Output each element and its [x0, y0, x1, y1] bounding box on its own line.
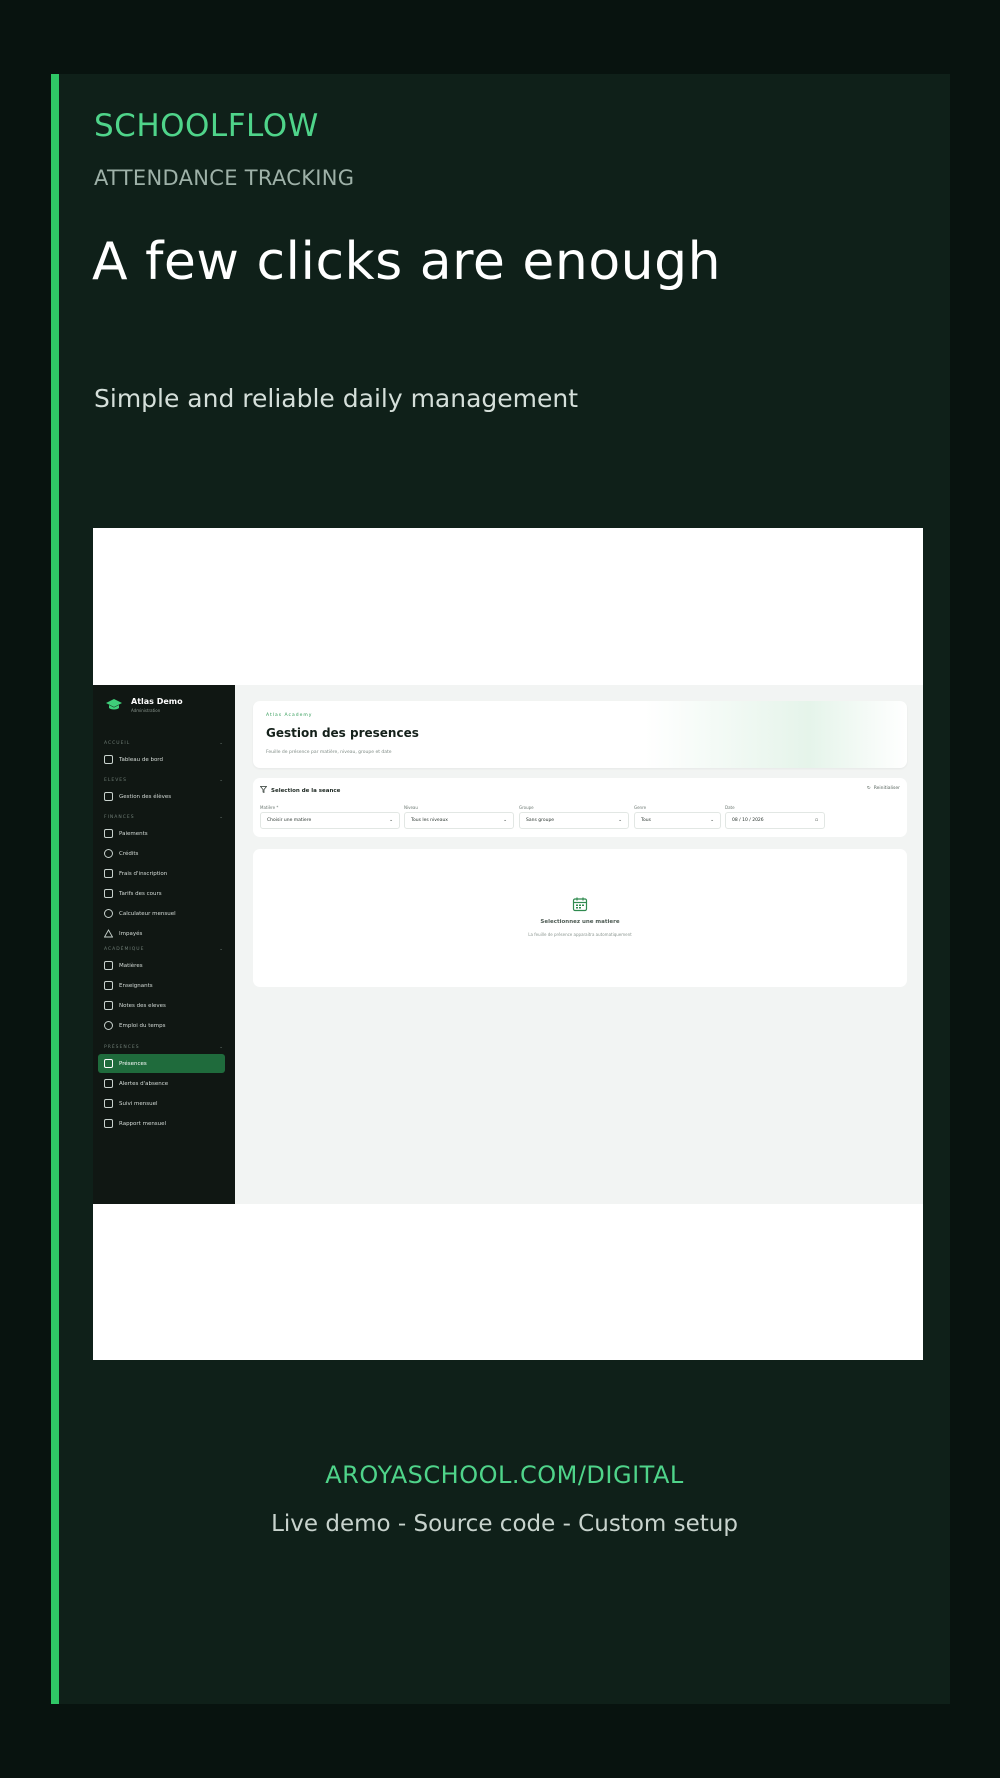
gender-label: Genre	[634, 805, 647, 810]
headline: A few clicks are enough	[92, 232, 722, 292]
subject-select[interactable]: Choisir une matiere ⌄	[260, 812, 400, 829]
sidebar-item-notes-eleves[interactable]: Notes des eleves	[98, 996, 225, 1015]
chevron-down-icon: ⌄	[219, 778, 224, 783]
users-icon	[104, 792, 113, 801]
sidebar-item-calculateur-mensuel[interactable]: Calculateur mensuel	[98, 904, 225, 923]
chart-icon	[104, 1079, 113, 1088]
group-label: Groupe	[519, 805, 534, 810]
empty-state: Selectionnez une matiere La feuille de p…	[253, 849, 907, 987]
sidebar-item-tarifs-cours[interactable]: Tarifs des cours	[98, 884, 225, 903]
coin-icon	[104, 849, 113, 858]
subject-label: Matière *	[260, 805, 279, 810]
sidebar-section-accueil[interactable]: ACCUEIL ⌄	[104, 741, 224, 746]
sidebar-item-emploi-du-temps[interactable]: Emploi du temps	[98, 1016, 225, 1035]
chevron-down-icon: ⌄	[618, 818, 622, 823]
sidebar-item-matieres[interactable]: Matières	[98, 956, 225, 975]
date-label: Date	[725, 805, 735, 810]
receipt-icon	[104, 889, 113, 898]
sidebar-section-presences[interactable]: PRÉSENCES ⌄	[104, 1045, 224, 1050]
gender-select[interactable]: Tous ⌄	[634, 812, 721, 829]
calendar-picker-icon: ▫	[814, 818, 818, 823]
sidebar-item-tableau-de-bord[interactable]: Tableau de bord	[98, 750, 225, 769]
section-eyebrow: ATTENDANCE TRACKING	[94, 166, 355, 190]
graduation-icon	[104, 981, 113, 990]
empty-state-title: Selectionnez une matiere	[540, 919, 620, 925]
page-description: Feuille de présence par matière, niveau,…	[266, 750, 392, 755]
app-window: Atlas Demo Administration ACCUEIL ⌄ Table…	[93, 685, 923, 1204]
sidebar-item-suivi-mensuel[interactable]: Suivi mensuel	[98, 1094, 225, 1113]
promo-card: SCHOOLFLOW ATTENDANCE TRACKING A few cli…	[51, 74, 950, 1704]
group-select[interactable]: Sans groupe ⌄	[519, 812, 629, 829]
grid-icon	[104, 755, 113, 764]
graduation-cap-icon	[105, 698, 123, 712]
brand-name: SCHOOLFLOW	[94, 108, 319, 144]
sidebar-section-academique[interactable]: ACADÉMIQUE ⌄	[104, 947, 224, 952]
dollar-icon	[104, 909, 113, 918]
sidebar-section-eleves[interactable]: ELEVES ⌄	[104, 778, 224, 783]
report-icon	[104, 1119, 113, 1128]
chevron-down-icon: ⌄	[219, 741, 224, 746]
note-icon	[104, 1001, 113, 1010]
sidebar-item-frais-inscription[interactable]: Frais d'inscription	[98, 864, 225, 883]
level-select[interactable]: Tous les niveaux ⌄	[404, 812, 514, 829]
level-label: Niveau	[404, 805, 418, 810]
page-header: Atlas Academy Gestion des presences Feui…	[253, 701, 907, 768]
book-icon	[104, 961, 113, 970]
clipboard-icon	[104, 1099, 113, 1108]
reset-button[interactable]: ↻ Reinitialiser	[867, 786, 900, 791]
card-icon	[104, 829, 113, 838]
sidebar: Atlas Demo Administration ACCUEIL ⌄ Table…	[93, 685, 235, 1204]
sidebar-item-alertes-absence[interactable]: Alertes d'absence	[98, 1074, 225, 1093]
sidebar-item-credits[interactable]: Crédits	[98, 844, 225, 863]
sidebar-brand: Atlas Demo Administration	[105, 697, 183, 713]
app-screenshot: Atlas Demo Administration ACCUEIL ⌄ Table…	[93, 528, 923, 1360]
empty-state-description: La feuille de présence apparaitra automa…	[528, 932, 632, 937]
filter-icon	[259, 786, 268, 795]
alert-icon	[103, 929, 114, 938]
refresh-icon: ↻	[866, 786, 871, 791]
chevron-down-icon: ⌄	[389, 818, 393, 823]
sidebar-subtitle: Administration	[131, 708, 161, 713]
calendar-icon	[104, 1059, 113, 1068]
sidebar-item-paiements[interactable]: Paiements	[98, 824, 225, 843]
date-input[interactable]: 08 / 10 / 2026 ▫	[725, 812, 825, 829]
clock-icon	[104, 1021, 113, 1030]
website-link[interactable]: AROYASCHOOL.COM/DIGITAL	[59, 1461, 950, 1489]
sidebar-item-gestion-eleves[interactable]: Gestion des élèves	[98, 787, 225, 806]
filters-title: Selection de la seance	[259, 786, 340, 795]
chevron-down-icon: ⌄	[219, 947, 224, 952]
sidebar-section-finances[interactable]: FINANCES ⌄	[104, 815, 224, 820]
sidebar-title: Atlas Demo	[131, 697, 183, 706]
chevron-down-icon: ⌄	[219, 1045, 224, 1050]
sidebar-item-presences[interactable]: Présences	[98, 1054, 225, 1073]
session-filters: Selection de la seance ↻ Reinitialiser M…	[253, 778, 907, 837]
chevron-down-icon: ⌄	[710, 818, 714, 823]
subheadline: Simple and reliable daily management	[94, 384, 579, 413]
clipboard-icon	[104, 869, 113, 878]
sidebar-item-enseignants[interactable]: Enseignants	[98, 976, 225, 995]
chevron-down-icon: ⌄	[503, 818, 507, 823]
chevron-down-icon: ⌄	[219, 815, 224, 820]
calendar-icon	[572, 896, 588, 912]
school-name: Atlas Academy	[266, 713, 313, 718]
footer-tagline: Live demo - Source code - Custom setup	[271, 1511, 738, 1537]
sidebar-item-impayes[interactable]: Impayés	[98, 924, 225, 943]
page-title: Gestion des presences	[266, 726, 419, 740]
sidebar-item-rapport-mensuel[interactable]: Rapport mensuel	[98, 1114, 225, 1133]
main-content: Atlas Academy Gestion des presences Feui…	[235, 685, 923, 1204]
